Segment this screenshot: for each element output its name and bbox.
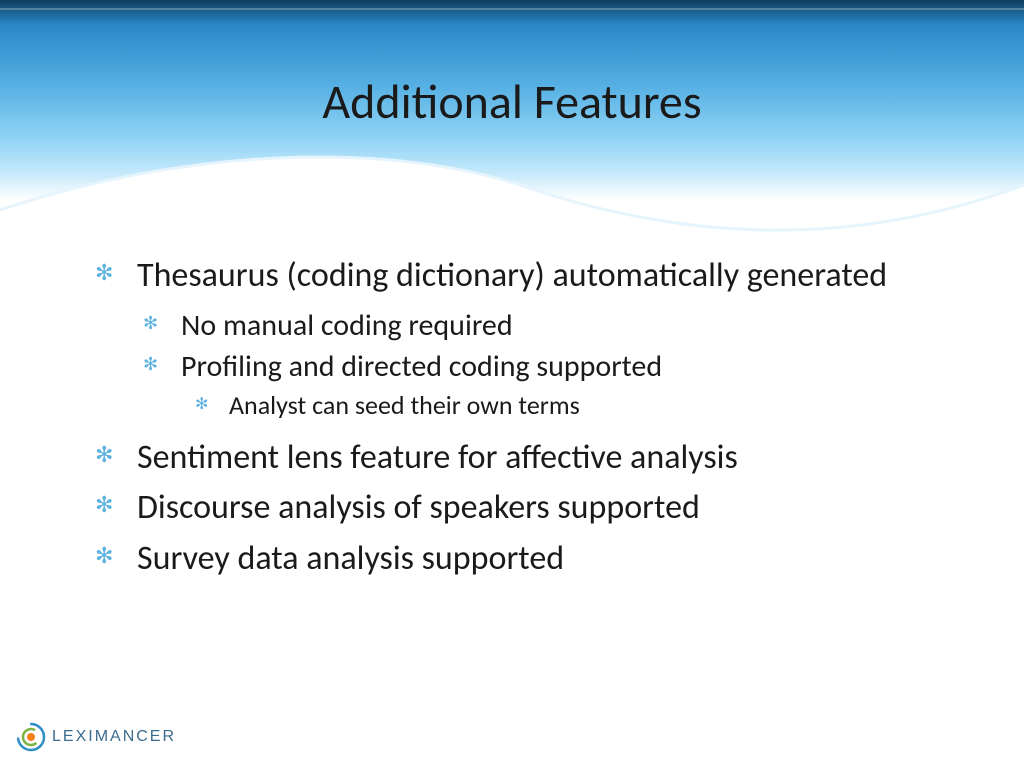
bullet-item: Analyst can seed their own terms bbox=[195, 388, 964, 423]
header-wave-decoration bbox=[0, 130, 1024, 260]
logo-text: LEXIMANCER bbox=[52, 728, 176, 746]
bullet-item: Thesaurus (coding dictionary) automatica… bbox=[95, 255, 964, 298]
bullet-text: Profiling and directed coding supported bbox=[181, 348, 662, 385]
bullet-item: No manual coding required bbox=[143, 306, 964, 345]
bullet-item: Survey data analysis supported bbox=[95, 538, 964, 581]
nested-bullets: No manual coding required Profiling and … bbox=[95, 306, 964, 423]
bullet-text: No manual coding required bbox=[181, 307, 513, 344]
slide-content: Thesaurus (coding dictionary) automatica… bbox=[95, 255, 964, 588]
slide-title: Additional Features bbox=[0, 72, 1024, 131]
logo-swirl-icon bbox=[16, 722, 46, 752]
brand-logo: LEXIMANCER bbox=[16, 722, 176, 752]
bullet-item: Profiling and directed coding supported bbox=[143, 347, 964, 386]
bullet-item: Discourse analysis of speakers supported bbox=[95, 487, 964, 530]
bullet-text: Survey data analysis supported bbox=[137, 538, 564, 579]
bullet-text: Analyst can seed their own terms bbox=[229, 389, 580, 421]
bullet-text: Discourse analysis of speakers supported bbox=[137, 487, 700, 528]
header-divider bbox=[0, 8, 1024, 10]
bullet-text: Thesaurus (coding dictionary) automatica… bbox=[137, 255, 887, 296]
bullet-text: Sentiment lens feature for affective ana… bbox=[137, 437, 738, 478]
bullet-item: Sentiment lens feature for affective ana… bbox=[95, 437, 964, 480]
